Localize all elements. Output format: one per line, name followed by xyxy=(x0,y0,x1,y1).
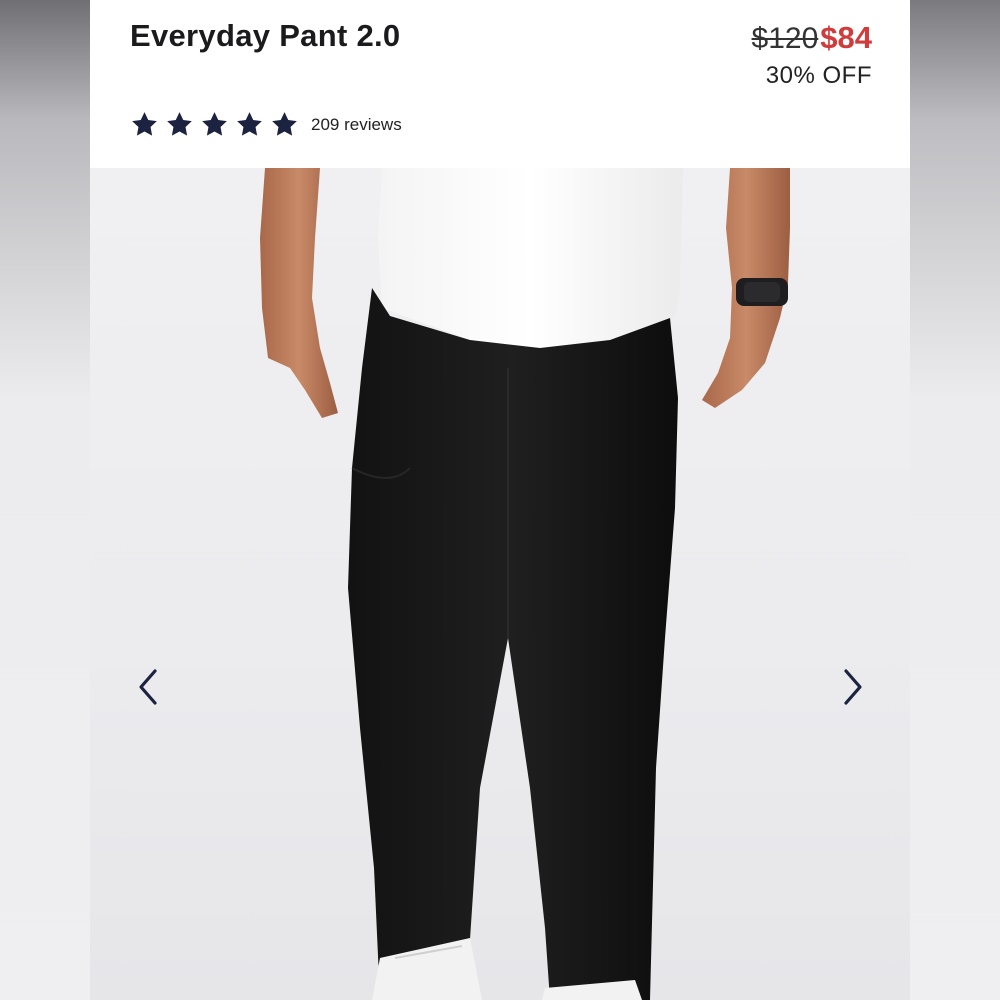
discount-badge: 30% OFF xyxy=(765,62,872,89)
product-title: Everyday Pant 2.0 xyxy=(130,18,401,53)
product-image[interactable] xyxy=(90,168,910,1000)
star-icon xyxy=(270,110,299,139)
chevron-left-icon xyxy=(139,669,157,705)
review-count-link[interactable]: 209 reviews xyxy=(311,115,402,135)
price-row: $120 $84 xyxy=(752,20,872,56)
star-icon xyxy=(165,110,194,139)
product-page: Everyday Pant 2.0 $120 $84 30% OFF 209 r… xyxy=(90,0,910,1000)
rating-summary[interactable]: 209 reviews xyxy=(130,110,402,139)
product-photo-illustration xyxy=(260,168,790,1000)
background-gutter-right xyxy=(910,0,1000,1000)
star-icon xyxy=(130,110,159,139)
product-header: Everyday Pant 2.0 $120 $84 30% OFF 209 r… xyxy=(90,0,910,168)
background-gutter-left xyxy=(0,0,90,1000)
star-icon xyxy=(235,110,264,139)
prev-image-button[interactable] xyxy=(128,665,168,709)
star-rating xyxy=(130,110,299,139)
original-price: $120 xyxy=(751,22,819,55)
sale-price: $84 xyxy=(820,20,872,55)
next-image-button[interactable] xyxy=(833,665,873,709)
chevron-right-icon xyxy=(844,669,862,705)
star-icon xyxy=(200,110,229,139)
